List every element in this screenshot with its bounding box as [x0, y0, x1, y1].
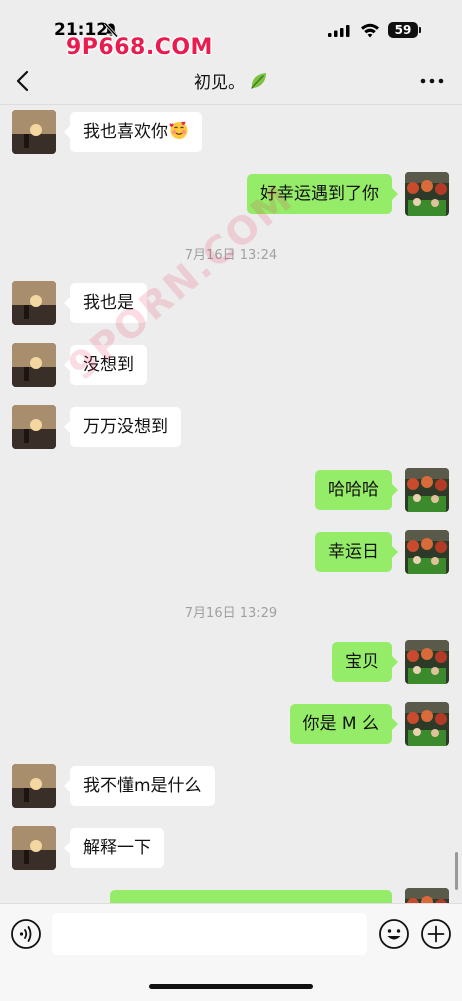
contact-avatar[interactable] [12, 826, 56, 870]
message-row-partial [0, 888, 462, 903]
chat-title: 初见。 [0, 68, 462, 93]
contact-avatar[interactable] [12, 405, 56, 449]
scrollbar[interactable] [455, 852, 458, 890]
message-text: 我不懂m是什么 [83, 776, 202, 796]
message-bubble-received[interactable]: 万万没想到 [64, 407, 181, 447]
contact-avatar[interactable] [12, 343, 56, 387]
message-bubble-sent[interactable]: 哈哈哈 [315, 470, 398, 510]
self-avatar[interactable] [405, 640, 449, 684]
leaf-icon [251, 72, 266, 89]
message-row: 宝贝 [0, 640, 462, 686]
chat-title-text: 初见。 [194, 73, 245, 93]
voice-icon[interactable] [10, 918, 42, 950]
message-row: 我也是 [0, 281, 462, 327]
message-bubble-sent[interactable]: 幸运日 [315, 532, 398, 572]
message-bubble-received[interactable]: 我不懂m是什么 [64, 766, 215, 806]
message-row: 哈哈哈 [0, 468, 462, 514]
contact-avatar[interactable] [12, 281, 56, 325]
message-bubble-received[interactable]: 解释一下 [64, 828, 164, 868]
message-text: 万万没想到 [83, 417, 168, 437]
message-bubble-sent[interactable] [110, 890, 392, 903]
message-text: 解释一下 [83, 838, 151, 858]
self-avatar[interactable] [405, 172, 449, 216]
signal-icon [328, 25, 350, 37]
message-text: 你是 M 么 [302, 714, 379, 734]
nav-bar: 初见。 [0, 56, 462, 105]
input-bar [0, 903, 462, 1001]
message-text: 哈哈哈 [328, 480, 379, 500]
self-avatar[interactable] [405, 530, 449, 574]
smiling-face-with-hearts-icon [169, 121, 188, 139]
message-text: 幸运日 [328, 542, 379, 562]
message-row: 万万没想到 [0, 405, 462, 451]
self-avatar[interactable] [405, 888, 449, 903]
message-text: 我也喜欢你 [83, 122, 168, 142]
message-row: 我不懂m是什么 [0, 764, 462, 810]
more-icon[interactable] [420, 78, 444, 84]
contact-avatar[interactable] [12, 764, 56, 808]
wifi-icon [361, 23, 379, 38]
message-row: 我也喜欢你 [0, 110, 462, 156]
self-avatar[interactable] [405, 468, 449, 512]
chat-area[interactable]: 我也喜欢你 好幸运遇到了你 7月16日 13:24 我也是 没想到 万万没想到 … [0, 105, 462, 903]
message-row: 解释一下 [0, 826, 462, 872]
battery-tip [419, 27, 421, 33]
message-bubble-sent[interactable]: 宝贝 [332, 642, 398, 682]
message-text: 宝贝 [345, 652, 379, 672]
self-avatar[interactable] [405, 702, 449, 746]
message-row: 幸运日 [0, 530, 462, 576]
message-row: 你是 M 么 [0, 702, 462, 748]
message-input[interactable] [52, 913, 367, 955]
emoji-icon[interactable] [378, 918, 410, 950]
message-bubble-received[interactable]: 我也喜欢你 [64, 112, 202, 152]
message-bubble-sent[interactable]: 你是 M 么 [289, 704, 399, 744]
timestamp: 7月16日 13:29 [184, 606, 278, 621]
home-indicator[interactable] [149, 984, 313, 989]
add-icon[interactable] [420, 918, 452, 950]
contact-avatar[interactable] [12, 110, 56, 154]
battery-icon: 59 [388, 22, 418, 38]
